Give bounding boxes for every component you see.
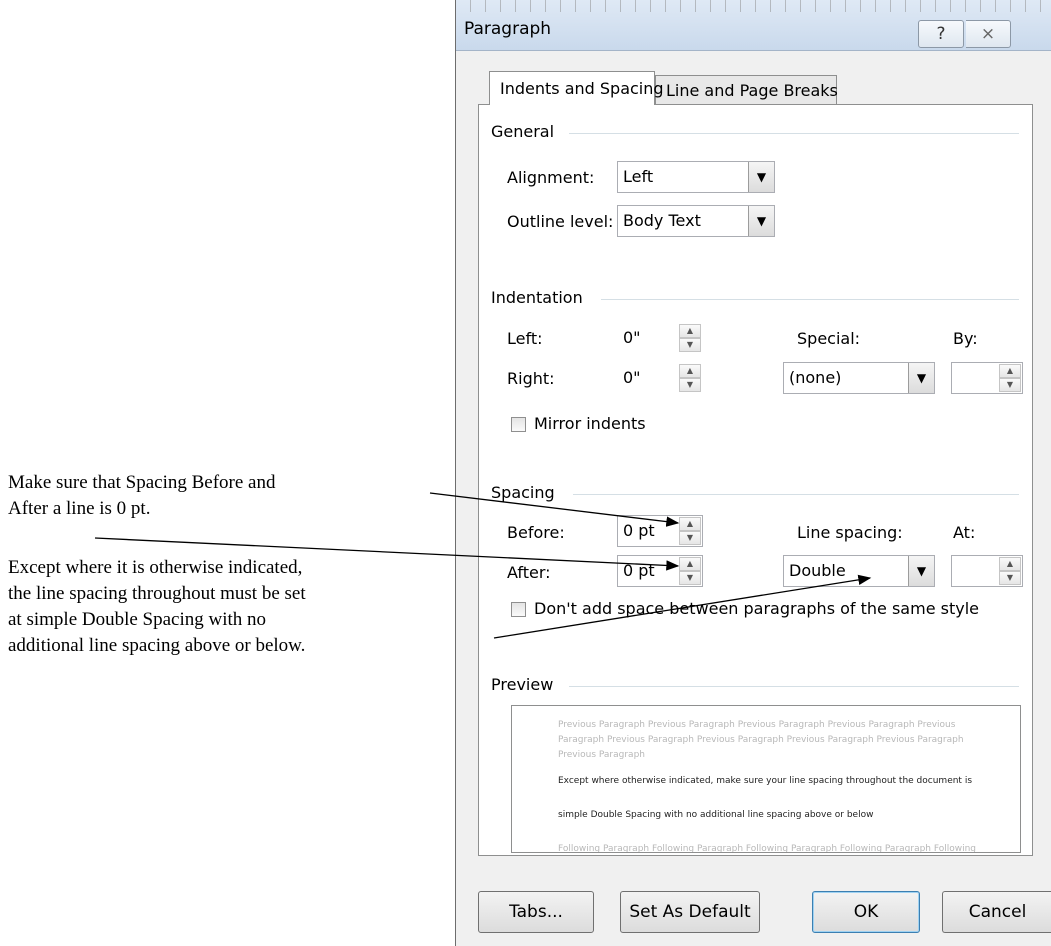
title-bar: Paragraph ? ⨯ [456, 0, 1051, 51]
outline-level-value: Body Text [623, 211, 701, 230]
tabs-button-label: Tabs... [509, 902, 563, 922]
spin-down-icon[interactable]: ▼ [679, 378, 701, 392]
outline-level-select[interactable]: Body Text ▼ [617, 205, 775, 237]
close-icon: ⨯ [980, 24, 996, 44]
spacing-after-label: After: [507, 563, 551, 582]
tab-line-and-page-breaks[interactable]: Line and Page Breaks [655, 75, 838, 104]
section-divider [601, 299, 1019, 300]
preview-following-line: Following Paragraph Following Paragraph … [558, 844, 977, 853]
ok-label: OK [853, 902, 879, 922]
annotation-line: at simple Double Spacing with no [8, 609, 267, 630]
spin-down-icon[interactable]: ▼ [679, 338, 701, 352]
indent-right-input[interactable]: 0" ▲ ▼ [617, 362, 703, 394]
mirror-indents-checkbox[interactable] [511, 417, 526, 432]
annotation-line: Make sure that Spacing Before and [8, 472, 276, 493]
spacing-before-value: 0 pt [623, 521, 655, 540]
at-input[interactable]: ▲ ▼ [951, 555, 1023, 587]
special-label: Special: [797, 329, 861, 348]
alignment-value: Left [623, 167, 654, 186]
set-as-default-button[interactable]: Set As Default [620, 891, 760, 933]
dialog-title: Paragraph [464, 19, 552, 39]
line-spacing-value: Double [789, 561, 846, 580]
cancel-button[interactable]: Cancel [942, 891, 1051, 933]
paragraph-dialog: Paragraph ? ⨯ Indents and Spacing Line a… [455, 0, 1051, 946]
annotation-line-spacing: Except where it is otherwise indicated, … [8, 555, 448, 659]
special-select[interactable]: (none) ▼ [783, 362, 935, 394]
question-mark-icon: ? [936, 24, 946, 44]
annotation-line: After a line is 0 pt. [8, 498, 151, 519]
section-divider [569, 133, 1019, 134]
dont-add-space-label: Don't add space between paragraphs of th… [534, 599, 979, 618]
by-input[interactable]: ▲ ▼ [951, 362, 1023, 394]
chevron-down-icon[interactable]: ▼ [908, 556, 934, 586]
line-spacing-label: Line spacing: [797, 523, 903, 542]
preview-box: Previous Paragraph Previous Paragraph Pr… [511, 705, 1021, 853]
section-divider [573, 494, 1019, 495]
preview-current-line: Except where otherwise indicated, make s… [558, 776, 973, 786]
ok-button[interactable]: OK [812, 891, 920, 933]
annotation-spacing-before-after: Make sure that Spacing Before and After … [8, 470, 448, 522]
tabs-button[interactable]: Tabs... [478, 891, 594, 933]
section-heading-spacing: Spacing [491, 483, 555, 502]
indent-left-value: 0" [623, 328, 641, 347]
help-button[interactable]: ? [918, 20, 964, 48]
preview-previous-line: Previous Paragraph [558, 750, 645, 760]
tab-label: Line and Page Breaks [666, 80, 838, 100]
indent-right-label: Right: [507, 369, 555, 388]
annotation-line: additional line spacing above or below. [8, 635, 306, 656]
spacing-after-input[interactable]: 0 pt ▲ ▼ [617, 555, 703, 587]
spacing-before-input[interactable]: 0 pt ▲ ▼ [617, 515, 703, 547]
preview-previous-line: Paragraph Previous Paragraph Previous Pa… [558, 735, 964, 745]
alignment-select[interactable]: Left ▼ [617, 161, 775, 193]
tab-panel: General Alignment: Left ▼ Outline level:… [478, 104, 1033, 856]
chevron-down-icon[interactable]: ▼ [748, 162, 774, 192]
indent-right-value: 0" [623, 368, 641, 387]
cancel-label: Cancel [968, 902, 1027, 922]
alignment-label: Alignment: [507, 168, 595, 187]
section-heading-preview: Preview [491, 675, 554, 694]
annotation-line: Except where it is otherwise indicated, [8, 557, 303, 578]
at-label: At: [953, 523, 976, 542]
close-button[interactable]: ⨯ [966, 20, 1011, 48]
section-heading-indentation: Indentation [491, 288, 583, 307]
spin-down-icon[interactable]: ▼ [679, 531, 701, 545]
annotation-line: the line spacing throughout must be set [8, 583, 306, 604]
preview-current-line: simple Double Spacing with no additional… [558, 810, 874, 820]
outline-level-label: Outline level: [507, 212, 614, 231]
ruler-strip [456, 0, 1051, 12]
indent-left-label: Left: [507, 329, 543, 348]
chevron-down-icon[interactable]: ▼ [908, 363, 934, 393]
spin-down-icon[interactable]: ▼ [679, 571, 701, 585]
special-value: (none) [789, 368, 842, 387]
mirror-indents-label: Mirror indents [534, 414, 646, 433]
dont-add-space-checkbox[interactable] [511, 602, 526, 617]
section-heading-general: General [491, 122, 555, 141]
by-label: By: [953, 329, 978, 348]
spin-down-icon[interactable]: ▼ [999, 571, 1021, 585]
spin-down-icon[interactable]: ▼ [999, 378, 1021, 392]
tab-indents-and-spacing[interactable]: Indents and Spacing [489, 71, 664, 105]
indent-left-input[interactable]: 0" ▲ ▼ [617, 322, 703, 354]
preview-previous-line: Previous Paragraph Previous Paragraph Pr… [558, 720, 956, 730]
spacing-after-value: 0 pt [623, 561, 655, 580]
set-as-default-label: Set As Default [629, 902, 751, 922]
chevron-down-icon[interactable]: ▼ [748, 206, 774, 236]
line-spacing-select[interactable]: Double ▼ [783, 555, 935, 587]
spacing-before-label: Before: [507, 523, 565, 542]
section-divider [569, 686, 1019, 687]
tab-label: Indents and Spacing [500, 79, 664, 98]
